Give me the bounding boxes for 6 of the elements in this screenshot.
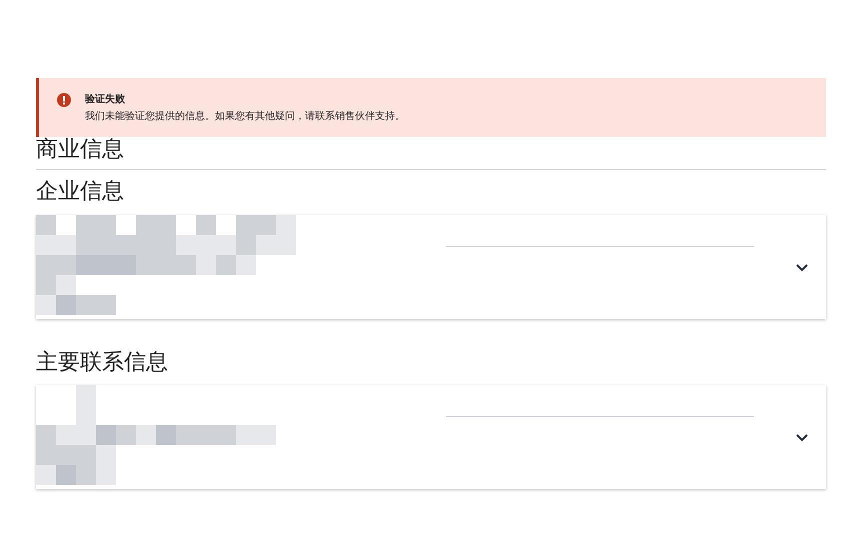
section-title: 企业信息: [36, 178, 125, 205]
error-icon: [57, 93, 71, 107]
page-title: 商业信息: [36, 137, 826, 170]
alert-message: 我们未能验证您提供的信息。如果您有其他疑问，请联系销售伙伴支持。: [85, 110, 405, 123]
alert-title: 验证失败: [85, 92, 126, 106]
section-title: 主要联系信息: [36, 348, 169, 375]
